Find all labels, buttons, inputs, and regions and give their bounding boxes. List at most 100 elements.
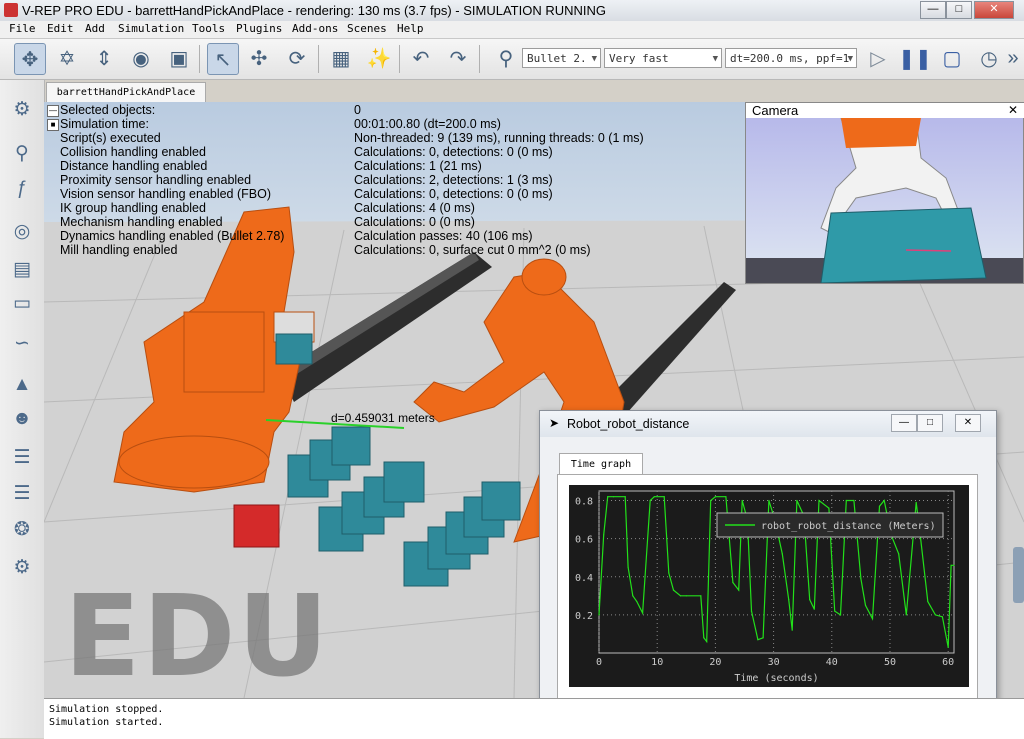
selection-icon[interactable]: ▲ [6,370,38,400]
menu-simulation[interactable]: Simulation [118,22,184,35]
data-point [714,496,716,498]
time-graph-chart[interactable]: 0.2 0.4 0.6 0.8 0 10 20 30 40 50 60 Time (seconds) r… [569,485,969,687]
info-label: Dynamics handling enabled (Bullet 2.78) [60,229,285,243]
timestep-select[interactable]: dt=200.0 ms, ppf=1 ▼ [725,48,857,68]
x-tick-label: 50 [884,657,896,668]
data-point [663,496,665,498]
menu-add[interactable]: Add [85,22,105,35]
camera-fit-icon[interactable]: ▣ [164,43,194,73]
graph-window-icon: ➤ [549,416,560,430]
calculation-modules-icon[interactable]: ⚲ [6,138,38,168]
camera-render [746,118,1023,283]
camera-rotate-icon[interactable]: ✡ [52,43,82,73]
y-tick-label: 0.6 [575,535,593,546]
toolbar-extension-icon[interactable]: » [1004,43,1022,73]
data-point [632,595,634,597]
transfer-dna-icon[interactable]: ✨ [364,43,394,73]
scene-viewport[interactable]: — ■ Selected objects: Simulation time: S… [44,102,1024,698]
data-point [685,595,687,597]
info-value: 0 [354,103,361,117]
camera-pan-icon[interactable]: ✥ [14,43,46,75]
camera-close-icon[interactable]: ✕ [1008,103,1018,117]
main-toolbar: ✥ ✡ ⇕ ◉ ▣ ↖ ✣ ⟳ ▦ ✨ ↶ ↷ ⚲ Bullet 2. ▼ Ver… [0,39,1024,80]
menu-plugins[interactable]: Plugins [236,22,282,35]
window-title: V-REP PRO EDU - barrettHandPickAndPlace … [22,3,606,18]
layers-icon[interactable]: ☰ [6,478,38,508]
left-toolbar: ⚙ ⚲ ƒ ◎ ▤ ▭ ∽ ▲ ☻ ☰ ☰ ❂ ⚙ [0,80,45,738]
graph-close-button[interactable]: ✕ [955,414,981,432]
collections-icon[interactable]: ◎ [6,216,38,246]
data-point [700,595,702,597]
scene-objects-icon[interactable]: ☰ [6,442,38,472]
info-label: Proximity sensor handling enabled [60,173,252,187]
info-collapse-checkbox[interactable]: — [47,105,59,117]
start-simulation-icon[interactable]: ▷ [863,43,893,73]
data-point [672,589,675,591]
scene-hierarchy-icon[interactable]: ▤ [6,254,38,284]
data-point [818,499,820,502]
menu-file[interactable]: File [9,22,36,35]
info-value: Calculations: 0, surface cut 0 mm^2 (0 m… [354,243,591,257]
info-value: Calculations: 0, detections: 0 (0 ms) [354,187,553,201]
dynamics-toggle-icon[interactable]: ⚲ [491,43,521,73]
dropdown-arrow-icon: ▼ [712,54,718,64]
data-point [750,610,753,612]
data-point [768,499,770,502]
menu-tools[interactable]: Tools [192,22,225,35]
info-value: 00:01:00.80 (dt=200.0 ms) [354,117,501,131]
console-line: Simulation stopped. [49,704,164,715]
x-tick-label: 20 [709,657,721,668]
x-tick-label: 0 [596,657,602,668]
object-shift-icon[interactable]: ✣ [244,43,274,73]
data-point [710,499,712,502]
camera-angle-icon[interactable]: ◉ [126,43,156,73]
undo-icon[interactable]: ↶ [406,43,436,73]
model-browser-icon[interactable]: ☻ [6,404,38,434]
engine-accuracy-select[interactable]: Very fast ▼ [604,48,722,68]
menu-scenes[interactable]: Scenes [347,22,387,35]
path-edit-icon[interactable]: ∽ [6,328,38,358]
engine-accuracy-value: Very fast [609,52,669,65]
camera-view-panel[interactable]: Camera ✕ [745,102,1024,284]
shape-edit-icon[interactable]: ▭ [6,288,38,318]
scrollbar-handle[interactable] [1013,547,1024,603]
graph-minimize-button[interactable]: — [891,414,917,432]
maximize-button[interactable]: □ [946,1,972,19]
info-value: Calculations: 2, detections: 1 (3 ms) [354,173,553,187]
data-point [813,608,815,610]
info-value: Calculations: 4 (0 ms) [354,201,475,215]
close-button[interactable]: ✕ [974,1,1014,19]
redo-icon[interactable]: ↷ [443,43,473,73]
realtime-mode-icon[interactable]: ◷ [974,43,1004,73]
scripts-icon[interactable]: ƒ [6,174,38,204]
graph-window-header[interactable]: ➤ Robot_robot_distance — □ ✕ [540,411,996,437]
scene-tab[interactable]: barrettHandPickAndPlace [46,82,206,102]
data-point [934,614,936,616]
pause-simulation-icon[interactable]: ❚❚ [898,43,932,73]
info-expand-checkbox[interactable]: ■ [47,119,59,131]
menu-add-ons[interactable]: Add-ons [292,22,338,35]
data-point [791,629,793,631]
legend-label: robot_robot_distance (Meters) [761,521,936,532]
stop-simulation-icon[interactable]: ▢ [937,43,967,73]
physics-engine-select[interactable]: Bullet 2. ▼ [522,48,601,68]
assemble-icon[interactable]: ▦ [326,43,356,73]
user-settings-icon[interactable]: ⚙ [6,552,38,582]
data-point [839,614,842,616]
graph-maximize-button[interactable]: □ [917,414,943,432]
object-properties-icon[interactable]: ⚙ [6,94,38,124]
data-point [781,553,783,555]
data-point [941,616,943,618]
status-console[interactable]: Simulation stopped. Simulation started. [44,698,1024,739]
data-point [757,639,759,641]
minimize-button[interactable]: — [920,1,946,19]
menu-help[interactable]: Help [397,22,424,35]
graph-window[interactable]: ➤ Robot_robot_distance — □ ✕ Time graph … [539,410,997,698]
tab-time-graph[interactable]: Time graph [559,453,643,476]
click-select-icon[interactable]: ↖ [207,43,239,75]
menu-edit[interactable]: Edit [47,22,74,35]
video-recorder-icon[interactable]: ❂ [6,514,38,544]
camera-shift-icon[interactable]: ⇕ [89,43,119,73]
object-rotate-icon[interactable]: ⟳ [282,43,312,73]
menu-bar: File Edit Add Simulation Tools Plugins A… [0,21,1024,39]
